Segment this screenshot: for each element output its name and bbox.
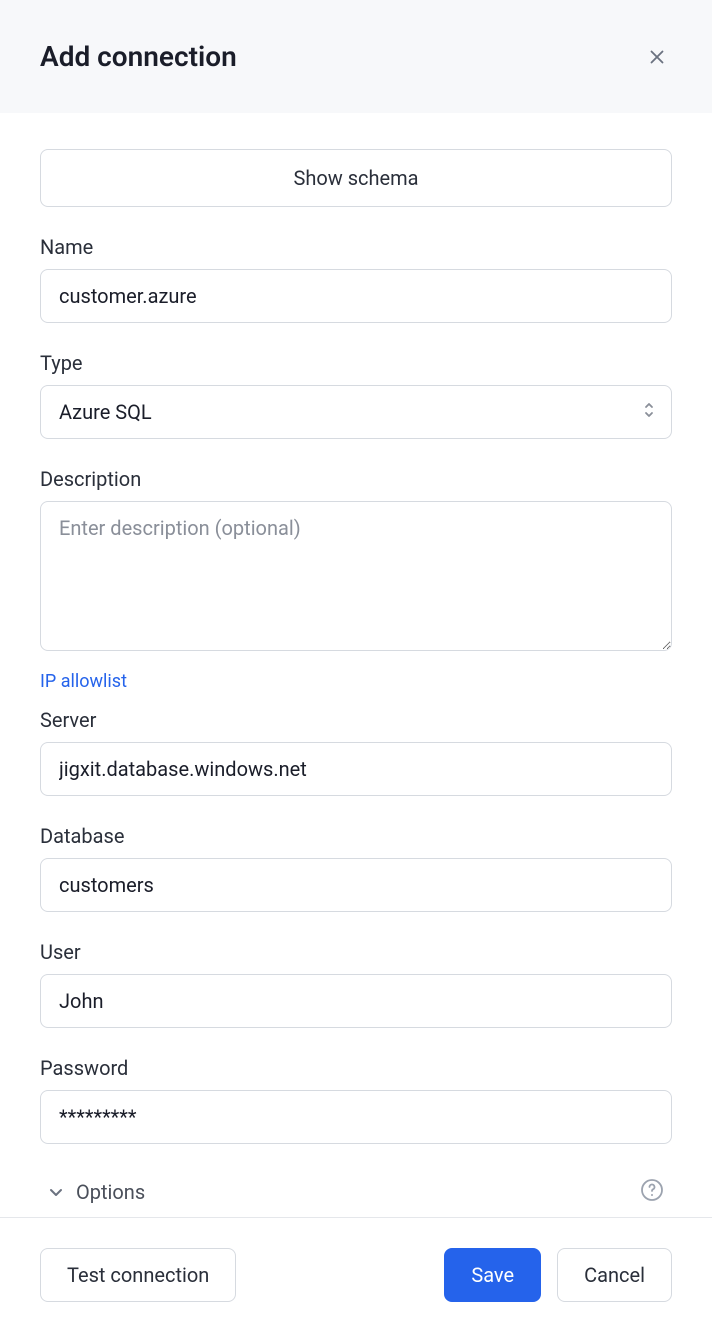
dialog-header: Add connection <box>0 0 712 113</box>
footer-actions: Save Cancel <box>444 1248 672 1302</box>
close-icon <box>646 46 668 68</box>
cancel-button[interactable]: Cancel <box>557 1248 672 1302</box>
database-label: Database <box>40 824 672 848</box>
options-label: Options <box>76 1180 145 1204</box>
description-field: Description <box>40 467 672 655</box>
password-field: Password <box>40 1056 672 1144</box>
chevron-down-icon <box>48 1184 64 1200</box>
user-label: User <box>40 940 672 964</box>
database-field: Database <box>40 824 672 912</box>
server-label: Server <box>40 708 672 732</box>
server-input[interactable] <box>40 742 672 796</box>
test-connection-button[interactable]: Test connection <box>40 1248 236 1302</box>
dialog-content: Show schema Name Type Azure SQL Descript… <box>0 113 712 1211</box>
server-field: Server <box>40 708 672 796</box>
user-input[interactable] <box>40 974 672 1028</box>
options-row: Options <box>40 1172 672 1211</box>
ip-allowlist-link[interactable]: IP allowlist <box>40 671 127 692</box>
close-button[interactable] <box>642 42 672 72</box>
save-button[interactable]: Save <box>444 1248 541 1302</box>
description-input[interactable] <box>40 501 672 651</box>
name-field: Name <box>40 235 672 323</box>
name-label: Name <box>40 235 672 259</box>
database-input[interactable] <box>40 858 672 912</box>
type-label: Type <box>40 351 672 375</box>
type-field: Type Azure SQL <box>40 351 672 439</box>
help-icon <box>640 1178 664 1202</box>
options-toggle[interactable]: Options <box>48 1180 145 1204</box>
dialog-footer: Test connection Save Cancel <box>0 1217 712 1332</box>
dialog-title: Add connection <box>40 40 237 73</box>
password-label: Password <box>40 1056 672 1080</box>
type-select[interactable]: Azure SQL <box>40 385 672 439</box>
name-input[interactable] <box>40 269 672 323</box>
password-input[interactable] <box>40 1090 672 1144</box>
description-label: Description <box>40 467 672 491</box>
help-button[interactable] <box>640 1178 664 1205</box>
user-field: User <box>40 940 672 1028</box>
show-schema-button[interactable]: Show schema <box>40 149 672 207</box>
